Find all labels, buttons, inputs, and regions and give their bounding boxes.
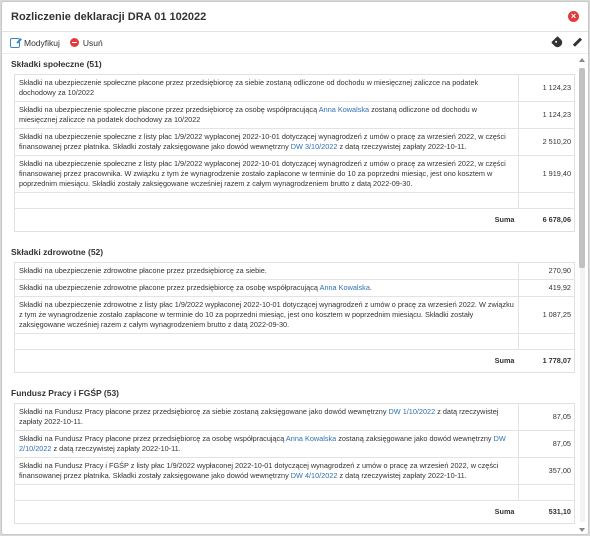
document-link[interactable]: Anna Kowalska (319, 105, 369, 114)
description-text: z datą rzeczywistej zapłaty 2022-10-11. (337, 471, 467, 480)
declaration-modal: Rozliczenie deklaracji DRA 01 102022 × M… (1, 1, 589, 535)
document-link[interactable]: Anna Kowalska (286, 434, 336, 443)
spacer-cell (518, 333, 575, 350)
row-description: Składki na ubezpieczenie zdrowotne płaco… (14, 262, 519, 280)
modify-label: Modyfikuj (24, 37, 60, 48)
description-text: zostaną zaksięgowane jako dowód wewnętrz… (336, 434, 494, 443)
row-amount: 419,92 (518, 279, 575, 297)
table-row: Składki na ubezpieczenie zdrowotne płaco… (14, 279, 575, 297)
description-text: . (369, 283, 372, 292)
row-amount: 1 124,23 (518, 74, 575, 102)
spacer-cell (14, 192, 519, 209)
document-link[interactable]: DW 4/10/2022 (291, 471, 338, 480)
section-title: Fundusz Pracy i FGŚP (53) (11, 388, 120, 398)
row-description: Składki na ubezpieczenie społeczne płaco… (14, 101, 519, 129)
description-text: Składki na ubezpieczenie społeczne płaco… (19, 78, 479, 97)
scrollbar[interactable] (578, 56, 586, 534)
description-text: z datą rzeczywistej zapłaty 2022-10-11. (337, 142, 467, 151)
row-amount: 1 124,23 (518, 101, 575, 129)
delete-button[interactable]: Usuń (69, 37, 103, 48)
spacer-cell (518, 192, 575, 209)
table-row: Składki na ubezpieczenie społeczne z lis… (14, 155, 575, 193)
table-row: Składki na ubezpieczenie zdrowotne płaco… (14, 262, 575, 280)
description-text: Składki na ubezpieczenie zdrowotne płaco… (19, 283, 320, 292)
row-amount: 87,05 (518, 430, 575, 458)
sum-row: Suma 1 778,07 (15, 350, 575, 373)
toolbar: Modyfikuj Usuń (2, 32, 588, 54)
spacer-row (14, 484, 575, 501)
document-link[interactable]: DW 3/10/2022 (291, 142, 338, 151)
description-text: Składki na ubezpieczenie społeczne płaco… (19, 105, 319, 114)
remove-icon (69, 38, 79, 47)
row-amount: 2 510,20 (518, 128, 575, 156)
close-icon[interactable]: × (568, 11, 579, 22)
description-text: Składki na Fundusz Pracy płacone przez p… (19, 434, 286, 443)
sum-row: Suma 6 678,06 (15, 209, 575, 232)
description-text: Składki na ubezpieczenie społeczne z lis… (19, 159, 506, 188)
row-description: Składki na ubezpieczenie zdrowotne płaco… (14, 279, 519, 297)
modify-button[interactable]: Modyfikuj (10, 37, 60, 48)
edit-icon (10, 37, 20, 48)
modal-title: Rozliczenie deklaracji DRA 01 102022 (11, 10, 207, 23)
table-row: Składki na ubezpieczenie społeczne płaco… (14, 101, 575, 129)
description-text: Składki na ubezpieczenie zdrowotne płaco… (19, 266, 267, 275)
contributions-table: Składki na ubezpieczenie społeczne płaco… (14, 74, 575, 232)
spacer-cell (14, 333, 519, 350)
row-amount: 270,90 (518, 262, 575, 280)
row-description: Składki na ubezpieczenie zdrowotne z lis… (14, 296, 519, 334)
table-row: Składki na ubezpieczenie społeczne płaco… (14, 74, 575, 102)
section-title: Składki zdrowotne (52) (11, 247, 104, 257)
row-amount: 1 087,25 (518, 296, 575, 334)
spacer-row (14, 333, 575, 350)
row-amount: 87,05 (518, 403, 575, 431)
table-row: Składki na Fundusz Pracy i FGŚP z listy … (14, 457, 575, 485)
spacer-cell (518, 484, 575, 501)
pencil-icon[interactable] (572, 37, 582, 47)
sum-value: 6 678,06 (542, 215, 571, 224)
contributions-table: Składki na ubezpieczenie zdrowotne płaco… (14, 262, 575, 373)
table-row: Składki na Fundusz Pracy płacone przez p… (14, 430, 575, 458)
section-title: Składki społeczne (51) (11, 59, 102, 69)
scrollbar-thumb[interactable] (579, 68, 585, 268)
sum-label: Suma (494, 215, 515, 224)
row-description: Składki na Fundusz Pracy płacone przez p… (14, 430, 519, 458)
description-text: Składki na ubezpieczenie zdrowotne z lis… (19, 300, 514, 329)
delete-label: Usuń (82, 37, 103, 48)
document-link[interactable]: Anna Kowalska (320, 283, 370, 292)
scroll-up-icon[interactable] (579, 58, 585, 62)
spacer-cell (14, 484, 519, 501)
sum-value: 1 778,07 (542, 356, 571, 365)
row-description: Składki na ubezpieczenie społeczne płaco… (14, 74, 519, 102)
table-row: Składki na ubezpieczenie zdrowotne z lis… (14, 296, 575, 334)
tag-icon[interactable] (550, 35, 564, 49)
table-row: Składki na ubezpieczenie społeczne z lis… (14, 128, 575, 156)
spacer-row (14, 192, 575, 209)
sum-label: Suma (494, 507, 515, 516)
contributions-table: Składki na Fundusz Pracy płacone przez p… (14, 403, 575, 524)
row-amount: 1 919,40 (518, 155, 575, 193)
row-description: Składki na Fundusz Pracy płacone przez p… (14, 403, 519, 431)
description-text: Składki na Fundusz Pracy płacone przez p… (19, 407, 389, 416)
sum-value: 531,10 (548, 507, 571, 516)
table-row: Składki na Fundusz Pracy płacone przez p… (14, 403, 575, 431)
row-description: Składki na ubezpieczenie społeczne z lis… (14, 128, 519, 156)
modal-header: Rozliczenie deklaracji DRA 01 102022 × (2, 2, 588, 32)
toolbar-right (550, 35, 582, 49)
sum-row: Suma 531,10 (15, 501, 575, 524)
row-description: Składki na ubezpieczenie społeczne z lis… (14, 155, 519, 193)
description-text: z datą rzeczywistej zapłaty 2022-10-11. (51, 444, 181, 453)
modal-body: Składki społeczne (51) Składki na ubezpie… (2, 54, 578, 534)
document-link[interactable]: DW 1/10/2022 (389, 407, 436, 416)
sum-label: Suma (494, 356, 515, 365)
row-amount: 357,00 (518, 457, 575, 485)
row-description: Składki na Fundusz Pracy i FGŚP z listy … (14, 457, 519, 485)
scroll-down-icon[interactable] (579, 528, 585, 532)
